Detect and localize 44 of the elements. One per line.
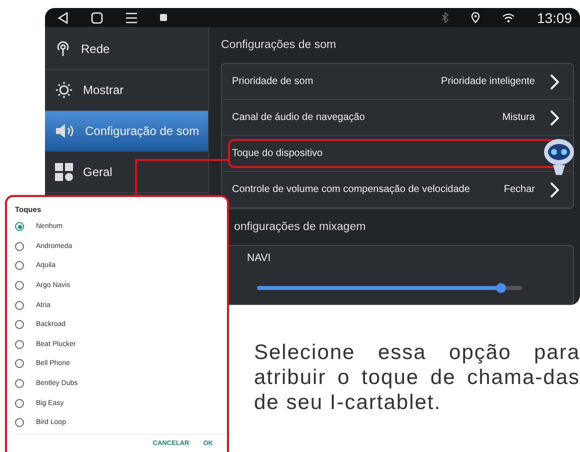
slider-label: NAVI [247, 252, 272, 264]
chevron-right-icon [549, 74, 559, 90]
bluetooth-icon [440, 12, 449, 23]
radio-button[interactable] [15, 379, 24, 388]
radio-button[interactable] [15, 300, 24, 310]
settings-row[interactable]: Prioridade de som Prioridade inteligente [222, 64, 573, 100]
radio-button[interactable] [15, 242, 24, 251]
row-value: Prioridade inteligente [441, 76, 535, 87]
slider-thumb[interactable] [496, 283, 506, 293]
location-icon [470, 12, 480, 23]
clock-time: 13:09 [536, 10, 572, 26]
radio-button[interactable] [15, 281, 24, 290]
section-title: onfigurações de mixagem [233, 220, 367, 235]
settings-row[interactable]: Canal de áudio de navegação Mistura [222, 100, 573, 136]
row-label: Controle de volume com compensação de velocidade [232, 184, 471, 195]
radio-button[interactable] [15, 398, 24, 408]
back-icon[interactable] [57, 12, 69, 24]
radio-button[interactable] [15, 261, 24, 270]
sidebar-item[interactable]: Rede [45, 29, 208, 70]
row-label: Canal de áudio de navegação [232, 112, 366, 123]
sidebar-item[interactable]: Geral [45, 152, 208, 193]
radio-button[interactable] [15, 340, 24, 349]
row-value: Fechar [504, 184, 535, 195]
row-label: Toque do dispositivo [232, 148, 324, 159]
radio-button[interactable] [15, 359, 24, 368]
chevron-right-icon [549, 182, 559, 198]
sidebar-item[interactable]: Configuração de som [45, 111, 208, 152]
antenna-icon [55, 41, 71, 57]
caption-text: Selecione essa opção para atribuir o toque de chama-das de seu I-cartablet. [254, 340, 580, 415]
radio-button[interactable] [15, 418, 24, 428]
speaker-icon [55, 123, 75, 139]
grid-icon [55, 163, 73, 181]
robot-icon[interactable] [541, 136, 577, 178]
row-label: Prioridade de som [232, 76, 314, 87]
home-icon[interactable] [91, 12, 103, 24]
brightness-icon [55, 81, 73, 99]
radio-button[interactable] [15, 222, 24, 232]
notification-icon [160, 14, 167, 21]
radio-button[interactable] [15, 320, 24, 330]
row-value: Mistura [502, 112, 535, 123]
menu-icon[interactable] [125, 12, 138, 24]
chevron-right-icon [549, 110, 559, 126]
wifi-icon [502, 12, 515, 22]
section-title: Configurações de som [221, 38, 338, 53]
